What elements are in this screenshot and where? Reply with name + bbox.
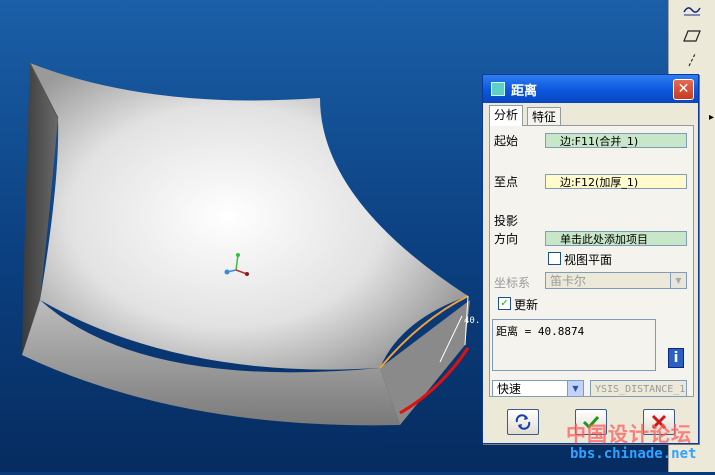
watermark-title: 中国设计论坛: [566, 422, 692, 446]
close-button[interactable]: ✕: [673, 79, 694, 100]
update-label: 更新: [514, 298, 539, 312]
datum-axis-icon[interactable]: [681, 50, 703, 70]
repeat-button[interactable]: [507, 409, 539, 435]
from-label: 起始: [494, 134, 519, 148]
model-top-surface: [30, 63, 468, 370]
dialog-titlebar[interactable]: 距离 ✕: [483, 75, 698, 103]
analysis-panel: 起始 边:F11(合并_1) 至点 边:F12(加厚_1) 投影 方向 单击此处…: [489, 125, 694, 397]
csys-select: 笛卡尔 ▼: [545, 272, 687, 289]
csys-label: 坐标系: [494, 276, 531, 290]
tab-feature[interactable]: 特征: [527, 107, 562, 126]
update-checkbox[interactable]: ✓: [498, 297, 511, 310]
direction-label: 方向: [494, 232, 519, 246]
info-icon[interactable]: i: [668, 348, 684, 368]
chevron-down-icon: ▼: [670, 273, 686, 288]
watermark-url: bbs.chinade.net: [570, 446, 697, 462]
analysis-graph-icon[interactable]: [681, 0, 703, 20]
watermark: 中国设计论坛 bbs.chinade.net: [566, 418, 715, 472]
mode-select[interactable]: 快速 ▼: [492, 380, 584, 397]
to-collector[interactable]: 边:F12(加厚_1): [545, 174, 687, 189]
analysis-name-field[interactable]: YSIS_DISTANCE_1: [590, 380, 687, 397]
to-label: 至点: [494, 175, 519, 189]
toolbar-expand-icon[interactable]: ▸: [709, 112, 714, 123]
view-plane-checkbox[interactable]: [548, 252, 561, 265]
plane-icon[interactable]: [681, 26, 703, 46]
distance-dialog: 距离 ✕ 分析 特征 起始 边:F11(合并_1) 至点 边:F12(加厚_1)…: [482, 74, 699, 444]
direction-collector[interactable]: 单击此处添加项目: [545, 231, 687, 246]
tab-analysis[interactable]: 分析: [489, 105, 524, 126]
repeat-icon: [515, 414, 531, 430]
dimension-label: 40.: [464, 316, 481, 326]
dialog-title: 距离: [511, 83, 538, 99]
projection-label: 投影: [494, 214, 519, 228]
view-plane-label: 视图平面: [564, 253, 613, 267]
dialog-app-icon: [491, 82, 505, 96]
from-collector[interactable]: 边:F11(合并_1): [545, 133, 687, 148]
result-area: 距离 = 40.8874: [492, 319, 656, 371]
chevron-down-icon: ▼: [567, 381, 583, 396]
